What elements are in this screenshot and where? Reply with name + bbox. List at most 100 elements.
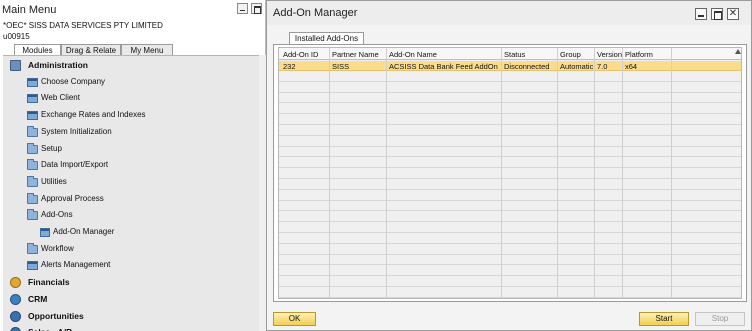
company-name: *OEC* SISS DATA SERVICES PTY LIMITED	[3, 21, 163, 30]
window-titlebar[interactable]: Add-On Manager ✕	[267, 1, 751, 25]
crm-icon	[10, 293, 21, 305]
column-divider[interactable]	[557, 48, 558, 298]
menu-item[interactable]: Administration	[3, 57, 259, 74]
main-menu-title: Main Menu	[2, 4, 57, 16]
grid-header: Add-On ID Partner Name Add-On Name Statu…	[279, 48, 741, 60]
table-row[interactable]	[279, 201, 741, 212]
maximize-icon[interactable]	[251, 3, 262, 14]
column-header[interactable]: Platform	[625, 50, 653, 59]
column-header[interactable]: Partner Name	[332, 50, 379, 59]
menu-item-label: Exchange Rates and Indexes	[41, 110, 146, 120]
column-divider[interactable]	[386, 48, 387, 298]
column-header[interactable]: Version	[597, 50, 622, 59]
column-divider[interactable]	[329, 48, 330, 298]
close-icon[interactable]: ✕	[727, 8, 739, 20]
column-divider[interactable]	[594, 48, 595, 298]
menu-item-label: System Initialization	[41, 126, 112, 136]
table-row[interactable]	[279, 126, 741, 136]
menu-item[interactable]: System Initialization	[3, 124, 259, 141]
menu-item-label: Data Import/Export	[41, 160, 109, 170]
menu-item-label: Approval Process	[41, 193, 104, 203]
stop-button[interactable]: Stop	[695, 312, 745, 326]
menu-item[interactable]: Add-Ons	[3, 207, 259, 224]
menu-item-label: Alerts Management	[41, 260, 111, 270]
column-header[interactable]: Group	[560, 50, 581, 59]
menu-item[interactable]: Workflow	[3, 241, 259, 258]
folder-icon	[27, 125, 38, 137]
table-row[interactable]	[279, 72, 741, 82]
user-code: u00915	[3, 32, 30, 41]
maximize-icon[interactable]	[711, 8, 723, 20]
financials-icon	[10, 277, 21, 289]
minimize-icon[interactable]	[695, 8, 707, 20]
window-icon	[40, 228, 50, 237]
folder-icon	[27, 175, 38, 187]
add-on-manager-window: Add-On Manager ✕ Installed Add-Ons Add-O…	[266, 0, 752, 331]
table-row[interactable]	[279, 180, 741, 190]
menu-item[interactable]: Financials	[3, 274, 259, 291]
minimize-icon[interactable]	[237, 3, 248, 14]
table-cell: 7.0	[597, 62, 608, 71]
start-button[interactable]: Start	[639, 312, 689, 326]
column-divider[interactable]	[501, 48, 502, 298]
table-row[interactable]	[279, 212, 741, 223]
menu-item[interactable]: Choose Company	[3, 74, 259, 91]
table-row[interactable]	[279, 137, 741, 147]
table-row[interactable]: 232 SISS ACSISS Data Bank Feed AddOn Discon…	[279, 61, 741, 71]
menu-item[interactable]: Opportunities	[3, 308, 259, 325]
table-row[interactable]	[279, 266, 741, 277]
table-cell: SISS	[332, 62, 350, 71]
module-tree-scrollbar[interactable]	[259, 55, 266, 331]
menu-item-label: Add-On Manager	[53, 227, 115, 236]
column-divider[interactable]	[671, 48, 672, 298]
table-cell: Automatic	[560, 62, 594, 71]
table-row[interactable]	[279, 191, 741, 201]
menu-item[interactable]: Setup	[3, 141, 259, 158]
expand-arrow-icon[interactable]	[735, 49, 741, 54]
table-row[interactable]	[279, 277, 741, 287]
table-row[interactable]	[279, 234, 741, 244]
table-row[interactable]	[279, 158, 741, 169]
menu-item-label: Opportunities	[28, 310, 84, 321]
ok-button[interactable]: OK	[273, 312, 316, 326]
menu-item[interactable]: Exchange Rates and Indexes	[3, 107, 259, 124]
table-row[interactable]	[279, 147, 741, 158]
table-row[interactable]	[279, 83, 741, 93]
window-title: Add-On Manager	[273, 7, 358, 19]
table-row[interactable]	[279, 245, 741, 255]
table-row[interactable]	[279, 255, 741, 266]
table-row[interactable]	[279, 93, 741, 104]
table-row[interactable]	[279, 288, 741, 298]
table-row[interactable]	[279, 115, 741, 125]
menu-item[interactable]: Data Import/Export	[3, 157, 259, 174]
column-divider[interactable]	[622, 48, 623, 298]
column-header[interactable]: Add-On Name	[389, 50, 437, 59]
menu-item-label: Setup	[41, 143, 62, 153]
administration-icon	[10, 60, 21, 71]
window-icon	[27, 111, 38, 121]
menu-item-label: Utilities	[41, 176, 67, 186]
menu-item-label: Choose Company	[41, 76, 106, 86]
menu-item-label: Web Client	[41, 93, 80, 103]
menu-item[interactable]: CRM	[3, 291, 259, 308]
menu-item[interactable]: Approval Process	[3, 191, 259, 208]
menu-item[interactable]: Sales - A/R	[3, 324, 259, 331]
window-icon	[27, 77, 38, 87]
column-header[interactable]: Add-On ID	[283, 50, 318, 59]
folder-open-icon	[27, 209, 38, 221]
menu-item[interactable]: Web Client	[3, 90, 259, 107]
menu-item[interactable]: Alerts Management	[3, 257, 259, 274]
menu-item-label: Financials	[28, 277, 70, 288]
table-row[interactable]	[279, 223, 741, 233]
opportunities-icon	[10, 310, 21, 322]
menu-item[interactable]: Add-On Manager	[3, 224, 259, 241]
folder-icon	[27, 159, 38, 171]
table-cell: 232	[283, 62, 296, 71]
column-header[interactable]: Status	[504, 50, 525, 59]
table-row[interactable]	[279, 104, 741, 115]
main-menu-window: Main Menu *OEC* SISS DATA SERVICES PTY L…	[0, 0, 266, 331]
menu-item[interactable]: Utilities	[3, 174, 259, 191]
menu-item-label: Workflow	[41, 243, 74, 253]
table-row[interactable]	[279, 169, 741, 179]
table-cell: Disconnected	[504, 62, 550, 71]
